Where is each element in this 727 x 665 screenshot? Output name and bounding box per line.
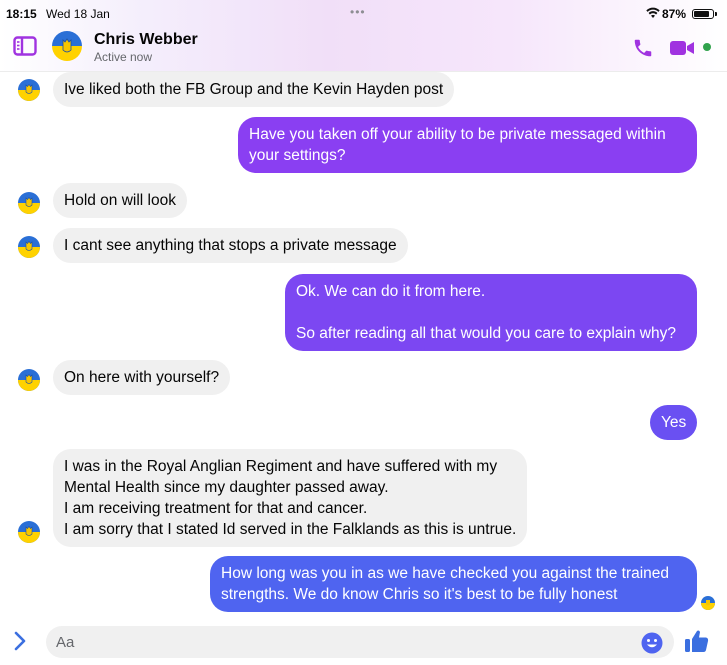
contact-status: Active now bbox=[94, 50, 153, 64]
message-bubble[interactable]: On here with yourself? bbox=[53, 360, 231, 395]
battery-percentage: 87% bbox=[662, 7, 687, 21]
chevron-right-icon[interactable] bbox=[12, 630, 28, 652]
active-status-dot bbox=[703, 43, 711, 51]
message-bubble[interactable]: Yes bbox=[650, 405, 698, 440]
sender-avatar[interactable] bbox=[18, 192, 40, 214]
message-composer bbox=[0, 620, 727, 665]
message-bubble[interactable]: I was in the Royal Anglian Regiment and … bbox=[53, 449, 528, 547]
thumbs-up-icon[interactable] bbox=[684, 628, 710, 654]
sender-avatar[interactable] bbox=[18, 79, 40, 101]
message-input[interactable] bbox=[56, 626, 616, 658]
sender-avatar[interactable] bbox=[18, 369, 40, 391]
status-time: 18:15 bbox=[6, 7, 37, 21]
contact-avatar[interactable] bbox=[52, 31, 82, 61]
message-bubble[interactable]: How long was you in as we have checked y… bbox=[210, 556, 697, 612]
message-input-container bbox=[46, 626, 674, 658]
contact-name[interactable]: Chris Webber bbox=[94, 31, 198, 49]
wifi-icon bbox=[646, 7, 660, 18]
message-bubble[interactable]: Hold on will look bbox=[53, 183, 187, 218]
read-receipt-avatar bbox=[701, 596, 715, 610]
emoji-icon[interactable] bbox=[641, 632, 663, 654]
status-bar: 18:15 Wed 18 Jan ••• 87% bbox=[0, 0, 727, 26]
multitasking-dots[interactable]: ••• bbox=[350, 5, 366, 19]
message-bubble[interactable]: Have you taken off your ability to be pr… bbox=[238, 117, 697, 173]
sidebar-toggle-icon[interactable] bbox=[13, 36, 37, 56]
message-bubble[interactable]: I cant see anything that stops a private… bbox=[53, 228, 408, 263]
battery-icon bbox=[692, 9, 717, 19]
sender-avatar[interactable] bbox=[18, 236, 40, 258]
phone-icon[interactable] bbox=[632, 37, 654, 59]
status-date: Wed 18 Jan bbox=[46, 7, 110, 21]
message-bubble[interactable]: Ive liked both the FB Group and the Kevi… bbox=[53, 72, 455, 107]
message-bubble[interactable]: Ok. We can do it from here. So after rea… bbox=[285, 274, 697, 351]
sender-avatar[interactable] bbox=[18, 521, 40, 543]
video-icon[interactable] bbox=[670, 39, 696, 57]
